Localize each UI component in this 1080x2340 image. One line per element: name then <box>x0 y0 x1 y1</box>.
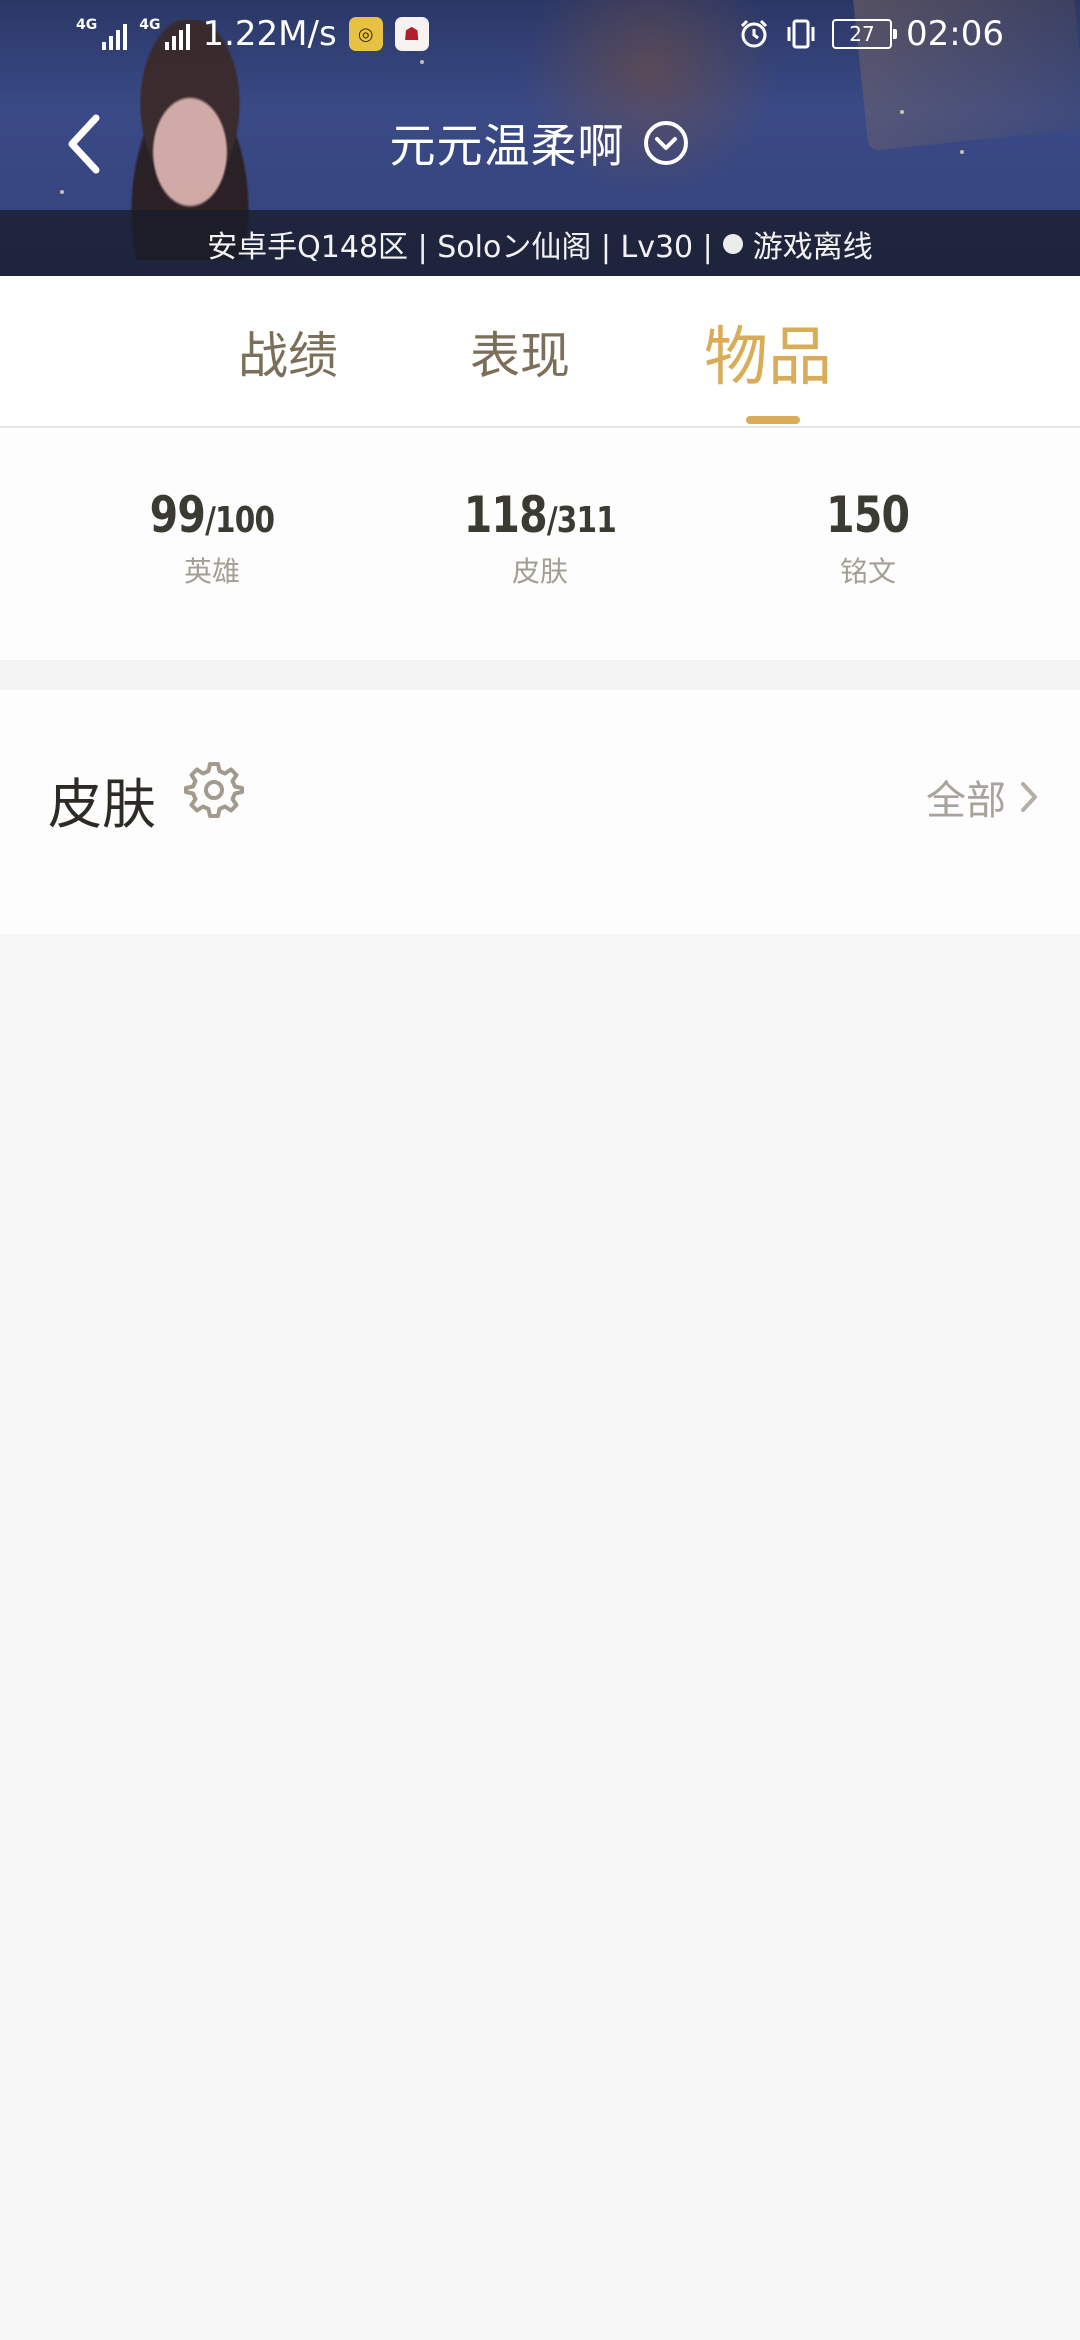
profile-title-row[interactable]: 元元温柔啊 <box>0 108 1080 178</box>
app-icon: ◎ <box>348 17 383 51</box>
signal-icon: 4G <box>139 17 191 50</box>
stat-inscriptions[interactable]: 150 铭文 <box>708 486 1028 590</box>
tab-items[interactable]: 物品 <box>704 306 832 398</box>
page-title: 元元温柔啊 <box>389 119 625 173</box>
view-all-skins-link[interactable]: 全部 <box>926 768 1040 826</box>
stat-heroes[interactable]: 99/100 英雄 <box>52 486 372 590</box>
network-type-label: 4G <box>139 17 161 33</box>
account-details: 安卓手Q148区 | Soloン仙阁 | Lv30 | <box>207 230 713 265</box>
section-title: 皮肤 <box>48 773 156 836</box>
active-tab-indicator <box>746 416 800 424</box>
battery-icon: 27 <box>832 19 898 49</box>
stat-label: 英雄 <box>183 555 240 588</box>
app-icon: ☗ <box>394 17 429 51</box>
online-status: 游戏离线 <box>752 230 873 265</box>
account-switch-button[interactable] <box>641 118 691 168</box>
stat-label: 铭文 <box>839 555 896 588</box>
alarm-icon <box>740 19 768 48</box>
clock: 02:06 <box>906 14 1004 54</box>
tab-bar: 战绩 表现 物品 <box>0 276 1080 428</box>
stat-count: 118 <box>463 486 548 544</box>
stat-value: 118/311 <box>463 486 617 544</box>
status-bar: 4G 4G 1.22M/s ◎ ☗ 27 02:06 <box>0 0 1080 72</box>
stat-count: 99 <box>149 486 206 544</box>
chevron-right-icon <box>1021 782 1037 812</box>
stat-count: 150 <box>826 486 910 544</box>
network-type-label: 4G <box>76 17 98 33</box>
gear-icon <box>184 762 244 818</box>
stat-total: /100 <box>205 500 275 541</box>
content-area <box>0 934 1080 2340</box>
vibrate-icon <box>787 19 815 49</box>
signal-icon: 4G <box>76 17 128 50</box>
stat-total: /311 <box>546 500 617 541</box>
account-info: 安卓手Q148区 | Soloン仙阁 | Lv30 | 游戏离线 <box>0 218 1080 270</box>
profile-banner: 4G 4G 1.22M/s ◎ ☗ 27 02:06 元元温柔啊 安卓手Q148… <box>0 0 1080 276</box>
tab-performance[interactable]: 表现 <box>470 316 570 388</box>
network-speed: 1.22M/s <box>202 14 337 54</box>
view-all-label: 全部 <box>926 778 1006 824</box>
skin-settings-button[interactable] <box>184 760 244 820</box>
online-status-dot <box>722 234 743 254</box>
skins-section: 皮肤 全部 <box>0 690 1080 934</box>
stat-value: 99/100 <box>150 486 275 544</box>
stat-value: 150 <box>826 486 910 544</box>
tab-record[interactable]: 战绩 <box>238 316 338 388</box>
item-stats: 99/100 英雄 118/311 皮肤 150 铭文 <box>0 428 1080 660</box>
battery-level: 27 <box>849 22 875 46</box>
section-divider <box>0 660 1080 690</box>
chevron-down-circle-icon <box>643 121 688 165</box>
stat-label: 皮肤 <box>511 555 568 588</box>
stat-skins[interactable]: 118/311 皮肤 <box>380 486 700 590</box>
